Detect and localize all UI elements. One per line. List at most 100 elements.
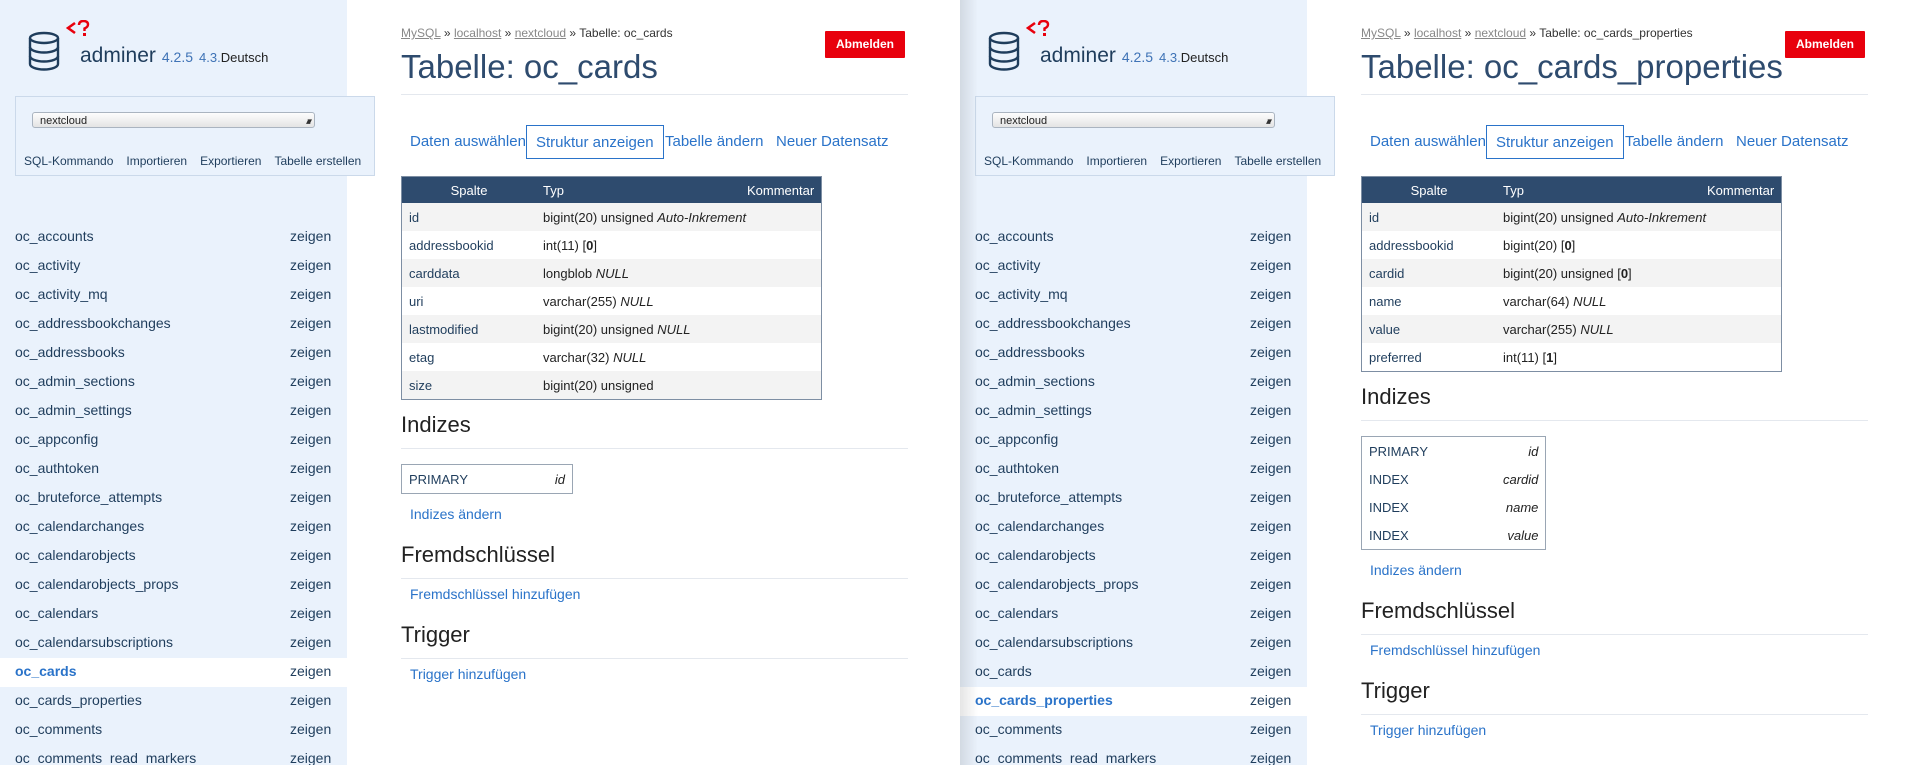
export-link[interactable]: Exportieren <box>200 154 261 168</box>
show-table-link[interactable]: zeigen <box>290 373 331 389</box>
table-name-link[interactable]: oc_cards <box>15 663 76 679</box>
table-name-link[interactable]: oc_comments <box>975 721 1062 737</box>
table-name-link[interactable]: oc_bruteforce_attempts <box>15 489 162 505</box>
table-name-link[interactable]: oc_admin_sections <box>975 373 1095 389</box>
new-version-link[interactable]: 4.3. <box>1159 50 1181 65</box>
table-name-link[interactable]: oc_calendars <box>15 605 98 621</box>
show-table-link[interactable]: zeigen <box>1250 373 1291 389</box>
table-name-link[interactable]: oc_accounts <box>975 228 1054 244</box>
tab-alter-table[interactable]: Tabelle ändern <box>665 125 763 159</box>
show-table-link[interactable]: zeigen <box>290 257 331 273</box>
show-table-link[interactable]: zeigen <box>290 228 331 244</box>
create-table-link[interactable]: Tabelle erstellen <box>1234 154 1321 168</box>
show-table-link[interactable]: zeigen <box>290 576 331 592</box>
show-table-link[interactable]: zeigen <box>1250 634 1291 650</box>
table-name-link[interactable]: oc_admin_sections <box>15 373 135 389</box>
show-table-link[interactable]: zeigen <box>1250 605 1291 621</box>
new-version-link[interactable]: 4.3. <box>199 50 221 65</box>
show-table-link[interactable]: zeigen <box>1250 431 1291 447</box>
table-name-link[interactable]: oc_bruteforce_attempts <box>975 489 1122 505</box>
table-name-link[interactable]: oc_calendarobjects <box>15 547 136 563</box>
table-name-link[interactable]: oc_calendarobjects_props <box>975 576 1138 592</box>
table-name-link[interactable]: oc_accounts <box>15 228 94 244</box>
show-table-link[interactable]: zeigen <box>1250 286 1291 302</box>
show-table-link[interactable]: zeigen <box>290 315 331 331</box>
show-table-link[interactable]: zeigen <box>1250 228 1291 244</box>
breadcrumb-mysql[interactable]: MySQL <box>401 26 441 40</box>
table-name-link[interactable]: oc_calendarsubscriptions <box>15 634 173 650</box>
tab-show-structure[interactable]: Struktur anzeigen <box>526 125 664 159</box>
table-name-link[interactable]: oc_appconfig <box>975 431 1058 447</box>
show-table-link[interactable]: zeigen <box>1250 692 1291 708</box>
table-name-link[interactable]: oc_addressbooks <box>975 344 1085 360</box>
breadcrumb-host[interactable]: localhost <box>454 26 501 40</box>
tab-show-structure[interactable]: Struktur anzeigen <box>1486 125 1624 159</box>
table-name-link[interactable]: oc_cards_properties <box>15 692 142 708</box>
table-name-link[interactable]: oc_addressbookchanges <box>15 315 171 331</box>
show-table-link[interactable]: zeigen <box>1250 460 1291 476</box>
table-name-link[interactable]: oc_addressbooks <box>15 344 125 360</box>
table-name-link[interactable]: oc_activity_mq <box>15 286 108 302</box>
table-name-link[interactable]: oc_activity_mq <box>975 286 1068 302</box>
breadcrumb-mysql[interactable]: MySQL <box>1361 26 1401 40</box>
table-name-link[interactable]: oc_calendarobjects_props <box>15 576 178 592</box>
breadcrumb-db[interactable]: nextcloud <box>1475 26 1526 40</box>
tab-new-item[interactable]: Neuer Datensatz <box>776 125 889 159</box>
breadcrumb-db[interactable]: nextcloud <box>515 26 566 40</box>
show-table-link[interactable]: zeigen <box>1250 576 1291 592</box>
language-select[interactable]: Deutsch <box>221 50 269 65</box>
show-table-link[interactable]: zeigen <box>290 286 331 302</box>
create-table-link[interactable]: Tabelle erstellen <box>274 154 361 168</box>
show-table-link[interactable]: zeigen <box>1250 315 1291 331</box>
show-table-link[interactable]: zeigen <box>290 605 331 621</box>
table-name-link[interactable]: oc_calendarchanges <box>15 518 144 534</box>
table-name-link[interactable]: oc_activity <box>975 257 1040 273</box>
tab-select-data[interactable]: Daten auswählen <box>1370 125 1486 159</box>
show-table-link[interactable]: zeigen <box>290 547 331 563</box>
show-table-link[interactable]: zeigen <box>290 721 331 737</box>
table-name-link[interactable]: oc_activity <box>15 257 80 273</box>
show-table-link[interactable]: zeigen <box>1250 750 1291 765</box>
show-table-link[interactable]: zeigen <box>290 431 331 447</box>
tab-select-data[interactable]: Daten auswählen <box>410 125 526 159</box>
show-table-link[interactable]: zeigen <box>1250 402 1291 418</box>
show-table-link[interactable]: zeigen <box>290 344 331 360</box>
sql-command-link[interactable]: SQL-Kommando <box>984 154 1073 168</box>
show-table-link[interactable]: zeigen <box>1250 663 1291 679</box>
show-table-link[interactable]: zeigen <box>1250 344 1291 360</box>
table-name-link[interactable]: oc_admin_settings <box>15 402 132 418</box>
show-table-link[interactable]: zeigen <box>290 489 331 505</box>
sql-command-link[interactable]: SQL-Kommando <box>24 154 113 168</box>
table-name-link[interactable]: oc_calendarchanges <box>975 518 1104 534</box>
alter-indexes-link[interactable]: Indizes ändern <box>1370 562 1462 578</box>
add-trigger-link[interactable]: Trigger hinzufügen <box>410 666 526 682</box>
import-link[interactable]: Importieren <box>1086 154 1147 168</box>
language-select[interactable]: Deutsch <box>1181 50 1229 65</box>
add-foreign-key-link[interactable]: Fremdschlüssel hinzufügen <box>410 586 580 602</box>
table-name-link[interactable]: oc_authtoken <box>15 460 99 476</box>
add-trigger-link[interactable]: Trigger hinzufügen <box>1370 722 1486 738</box>
table-name-link[interactable]: oc_admin_settings <box>975 402 1092 418</box>
breadcrumb-host[interactable]: localhost <box>1414 26 1461 40</box>
table-name-link[interactable]: oc_cards <box>975 663 1032 679</box>
table-name-link[interactable]: oc_appconfig <box>15 431 98 447</box>
logout-button[interactable]: Abmelden <box>1785 31 1865 58</box>
show-table-link[interactable]: zeigen <box>1250 257 1291 273</box>
show-table-link[interactable]: zeigen <box>290 460 331 476</box>
tab-alter-table[interactable]: Tabelle ändern <box>1625 125 1723 159</box>
logout-button[interactable]: Abmelden <box>825 31 905 58</box>
table-name-link[interactable]: oc_authtoken <box>975 460 1059 476</box>
show-table-link[interactable]: zeigen <box>290 518 331 534</box>
table-name-link[interactable]: oc_calendarsubscriptions <box>975 634 1133 650</box>
table-name-link[interactable]: oc_comments_read_markers <box>15 750 196 765</box>
table-name-link[interactable]: oc_calendars <box>975 605 1058 621</box>
tab-new-item[interactable]: Neuer Datensatz <box>1736 125 1849 159</box>
show-table-link[interactable]: zeigen <box>290 663 331 679</box>
alter-indexes-link[interactable]: Indizes ändern <box>410 506 502 522</box>
show-table-link[interactable]: zeigen <box>1250 547 1291 563</box>
show-table-link[interactable]: zeigen <box>290 692 331 708</box>
table-name-link[interactable]: oc_comments_read_markers <box>975 750 1156 765</box>
table-name-link[interactable]: oc_comments <box>15 721 102 737</box>
export-link[interactable]: Exportieren <box>1160 154 1221 168</box>
show-table-link[interactable]: zeigen <box>1250 721 1291 737</box>
